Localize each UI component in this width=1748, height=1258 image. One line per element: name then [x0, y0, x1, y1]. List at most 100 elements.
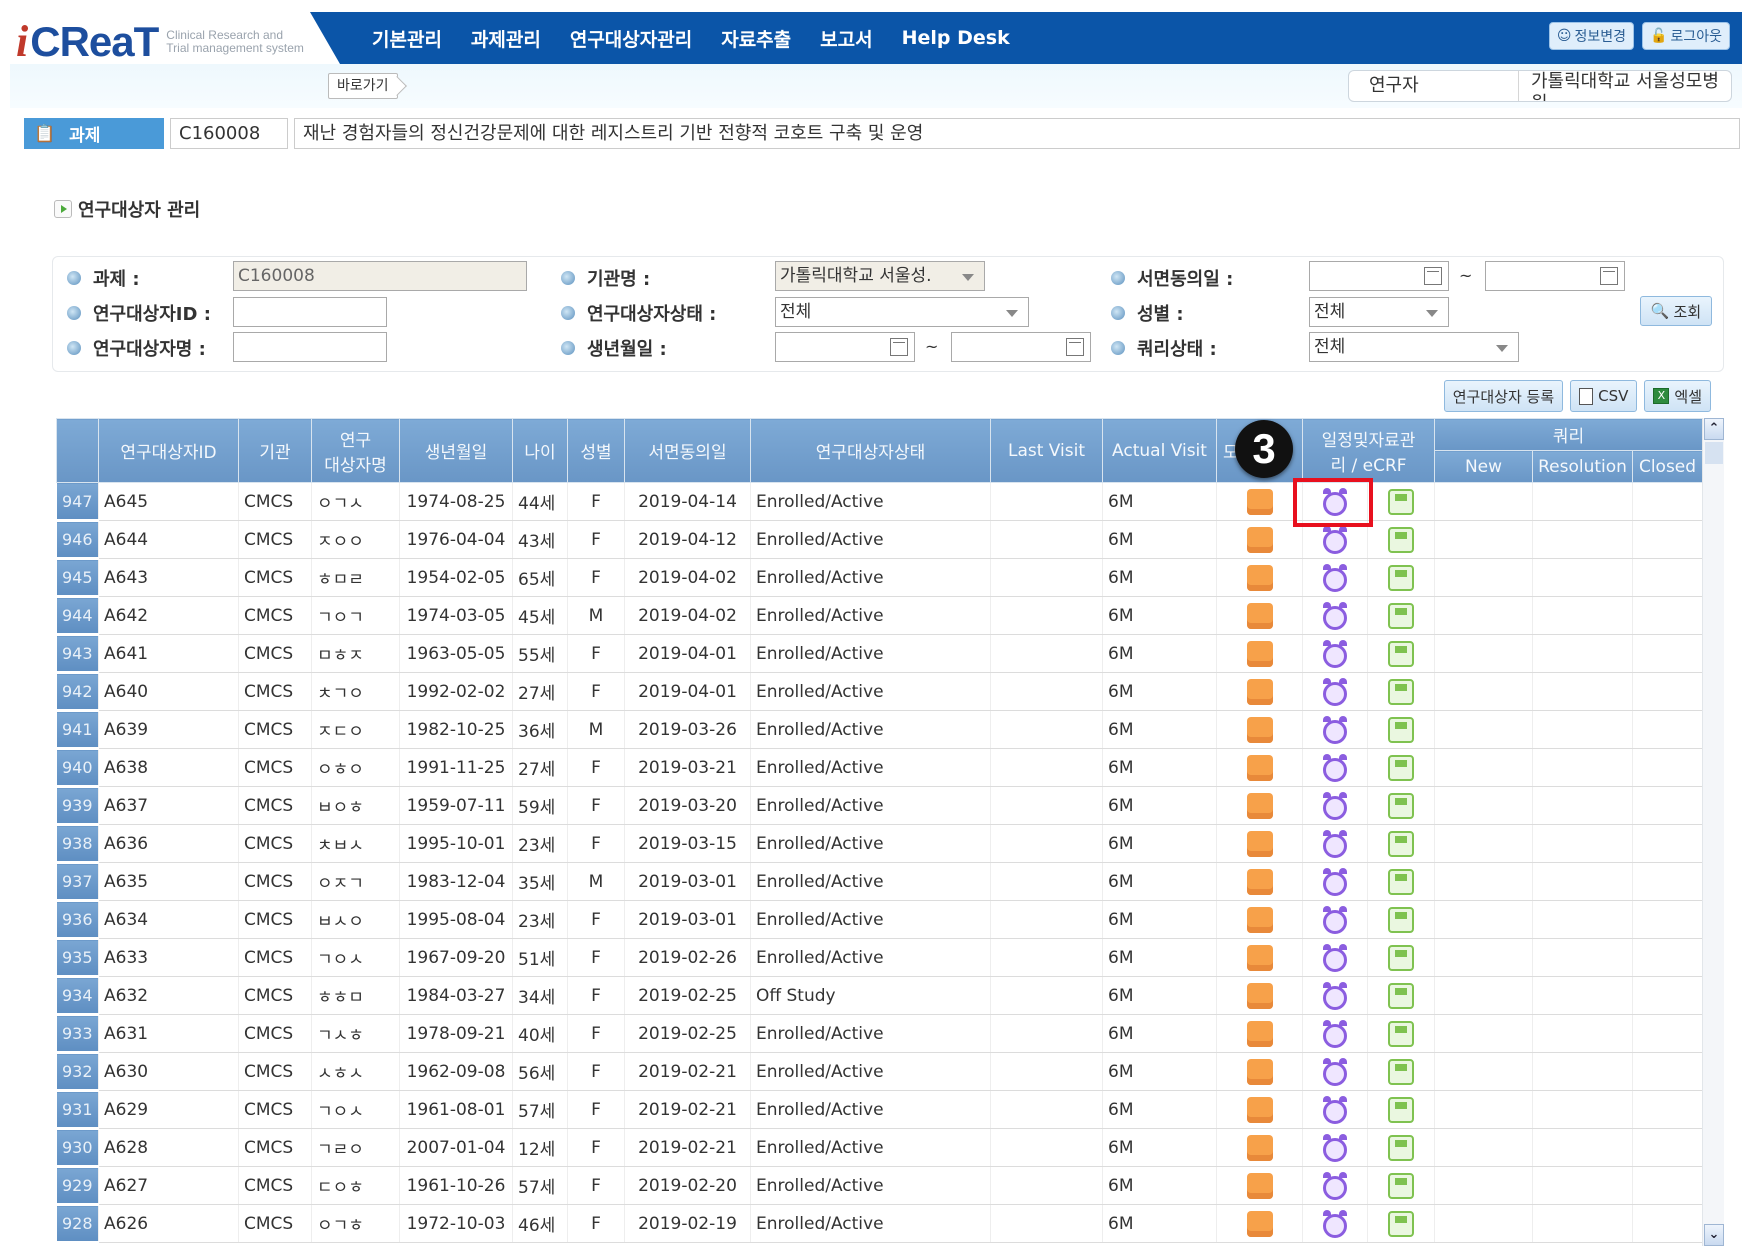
table-row[interactable]: 933 A631 CMCS ㄱㅅㅎ 1978-09-21 40세 F 2019-02-25 En…	[56, 1014, 1704, 1054]
gender-select[interactable]: 전체	[1309, 297, 1449, 327]
calendar-icon[interactable]	[1424, 267, 1442, 285]
table-row[interactable]: 935 A633 CMCS ㄱㅇㅅ 1967-09-20 51세 F 2019-02-26 En…	[56, 938, 1704, 978]
monitor-icon[interactable]	[1246, 1134, 1273, 1161]
notebook-icon[interactable]	[1388, 488, 1414, 515]
monitor-icon[interactable]	[1246, 602, 1273, 629]
notebook-icon[interactable]	[1388, 716, 1414, 743]
cell-subject-id[interactable]: A629	[98, 1090, 239, 1129]
alarm-clock-icon[interactable]	[1323, 1095, 1347, 1124]
monitor-icon[interactable]	[1246, 906, 1273, 933]
notebook-icon[interactable]	[1388, 1134, 1414, 1161]
table-row[interactable]: 938 A636 CMCS ㅊㅂㅅ 1995-10-01 23세 F 2019-03-15 En…	[56, 824, 1704, 864]
monitor-icon[interactable]	[1246, 1172, 1273, 1199]
institution-select[interactable]: 가톨릭대학교 서울성.	[775, 261, 985, 291]
monitor-icon[interactable]	[1246, 1020, 1273, 1047]
notebook-icon[interactable]	[1388, 1210, 1414, 1237]
scroll-thumb[interactable]	[1705, 442, 1723, 464]
table-row[interactable]: 946 A644 CMCS ㅈㅇㅇ 1976-04-04 43세 F 2019-04-12 En…	[56, 520, 1704, 560]
header-gender[interactable]: 성별	[567, 418, 625, 483]
nav-basic-management[interactable]: 기본관리	[372, 25, 442, 52]
cell-subject-id[interactable]: A643	[98, 558, 239, 597]
query-status-select[interactable]: 전체	[1309, 332, 1519, 362]
header-consent-date[interactable]: 서면동의일	[624, 418, 751, 483]
table-row[interactable]: 934 A632 CMCS ㅎㅎㅁ 1984-03-27 34세 F 2019-02-25 Of…	[56, 976, 1704, 1016]
notebook-icon[interactable]	[1388, 678, 1414, 705]
header-query-new[interactable]: New	[1434, 450, 1533, 483]
nav-help-desk[interactable]: Help Desk	[902, 27, 1010, 49]
monitor-icon[interactable]	[1246, 716, 1273, 743]
notebook-icon[interactable]	[1388, 754, 1414, 781]
table-row[interactable]: 944 A642 CMCS ㄱㅇㄱ 1974-03-05 45세 M 2019-04-02 En…	[56, 596, 1704, 636]
notebook-icon[interactable]	[1388, 1172, 1414, 1199]
cell-subject-id[interactable]: A633	[98, 938, 239, 977]
table-row[interactable]: 940 A638 CMCS ㅇㅎㅇ 1991-11-25 27세 F 2019-03-21 En…	[56, 748, 1704, 788]
monitor-icon[interactable]	[1246, 792, 1273, 819]
table-row[interactable]: 943 A641 CMCS ㅁㅎㅈ 1963-05-05 55세 F 2019-04-01 En…	[56, 634, 1704, 674]
notebook-icon[interactable]	[1388, 564, 1414, 591]
table-row[interactable]: 932 A630 CMCS ㅅㅎㅅ 1962-09-08 56세 F 2019-02-21 En…	[56, 1052, 1704, 1092]
nav-data-extraction[interactable]: 자료추출	[721, 25, 791, 52]
cell-subject-id[interactable]: A634	[98, 900, 239, 939]
monitor-icon[interactable]	[1246, 754, 1273, 781]
alarm-clock-icon[interactable]	[1323, 1171, 1347, 1200]
header-subject-name[interactable]: 연구 대상자명	[311, 418, 400, 483]
cell-subject-id[interactable]: A645	[98, 482, 239, 521]
birthdate-to-input[interactable]	[951, 332, 1091, 362]
notebook-icon[interactable]	[1388, 640, 1414, 667]
profile-button[interactable]: ☺ 정보변경	[1548, 22, 1635, 50]
header-schedule-ecrf[interactable]: 일정및자료관 리 / eCRF	[1302, 418, 1435, 483]
cell-subject-id[interactable]: A638	[98, 748, 239, 787]
header-age[interactable]: 나이	[512, 418, 568, 483]
cell-subject-id[interactable]: A640	[98, 672, 239, 711]
monitor-icon[interactable]	[1246, 830, 1273, 857]
alarm-clock-icon[interactable]	[1323, 981, 1347, 1010]
table-row[interactable]: 936 A634 CMCS ㅂㅅㅇ 1995-08-04 23세 F 2019-03-01 En…	[56, 900, 1704, 940]
logo[interactable]: i CReaT Clinical Research and Trial mana…	[16, 16, 304, 67]
notebook-icon[interactable]	[1388, 830, 1414, 857]
birthdate-from-input[interactable]	[775, 332, 915, 362]
goto-button[interactable]: 바로가기	[328, 73, 398, 99]
cell-subject-id[interactable]: A631	[98, 1014, 239, 1053]
notebook-icon[interactable]	[1388, 1020, 1414, 1047]
cell-subject-id[interactable]: A628	[98, 1128, 239, 1167]
header-query-closed[interactable]: Closed	[1631, 450, 1704, 483]
table-row[interactable]: 937 A635 CMCS ㅇㅈㄱ 1983-12-04 35세 M 2019-03-01 En…	[56, 862, 1704, 902]
cell-subject-id[interactable]: A632	[98, 976, 239, 1015]
notebook-icon[interactable]	[1388, 792, 1414, 819]
alarm-clock-icon[interactable]	[1323, 1209, 1347, 1238]
cell-subject-id[interactable]: A641	[98, 634, 239, 673]
scroll-up-button[interactable]: ⌃	[1704, 418, 1724, 440]
alarm-clock-icon[interactable]	[1323, 677, 1347, 706]
monitor-icon[interactable]	[1246, 1058, 1273, 1085]
consent-to-input[interactable]	[1485, 261, 1625, 291]
monitor-icon[interactable]	[1246, 526, 1273, 553]
alarm-clock-icon[interactable]	[1323, 525, 1347, 554]
project-input[interactable]: C160008	[233, 261, 527, 291]
cell-subject-id[interactable]: A626	[98, 1204, 239, 1243]
excel-button[interactable]: X 엑셀	[1644, 380, 1711, 412]
cell-subject-id[interactable]: A636	[98, 824, 239, 863]
cell-subject-id[interactable]: A637	[98, 786, 239, 825]
header-subject-id[interactable]: 연구대상자ID	[98, 418, 239, 483]
alarm-clock-icon[interactable]	[1323, 943, 1347, 972]
monitor-icon[interactable]	[1246, 1096, 1273, 1123]
notebook-icon[interactable]	[1388, 982, 1414, 1009]
monitor-icon[interactable]	[1246, 678, 1273, 705]
table-row[interactable]: 945 A643 CMCS ㅎㅁㄹ 1954-02-05 65세 F 2019-04-02 En…	[56, 558, 1704, 598]
cell-subject-id[interactable]: A635	[98, 862, 239, 901]
status-select[interactable]: 전체	[775, 297, 1029, 327]
notebook-icon[interactable]	[1388, 1096, 1414, 1123]
alarm-clock-icon[interactable]	[1323, 1133, 1347, 1162]
alarm-clock-icon[interactable]	[1323, 829, 1347, 858]
calendar-icon[interactable]	[890, 338, 908, 356]
cell-subject-id[interactable]: A639	[98, 710, 239, 749]
nav-project-management[interactable]: 과제관리	[471, 25, 541, 52]
subject-name-input[interactable]	[233, 332, 387, 362]
logout-button[interactable]: 🔓 로그아웃	[1642, 22, 1730, 50]
alarm-clock-icon[interactable]	[1323, 1057, 1347, 1086]
header-birthdate[interactable]: 생년월일	[399, 418, 513, 483]
alarm-clock-icon[interactable]	[1323, 905, 1347, 934]
table-row[interactable]: 947 A645 CMCS ㅇㄱㅅ 1974-08-25 44세 F 2019-04-14 En…	[56, 482, 1704, 522]
alarm-clock-icon[interactable]	[1323, 639, 1347, 668]
consent-from-input[interactable]	[1309, 261, 1449, 291]
